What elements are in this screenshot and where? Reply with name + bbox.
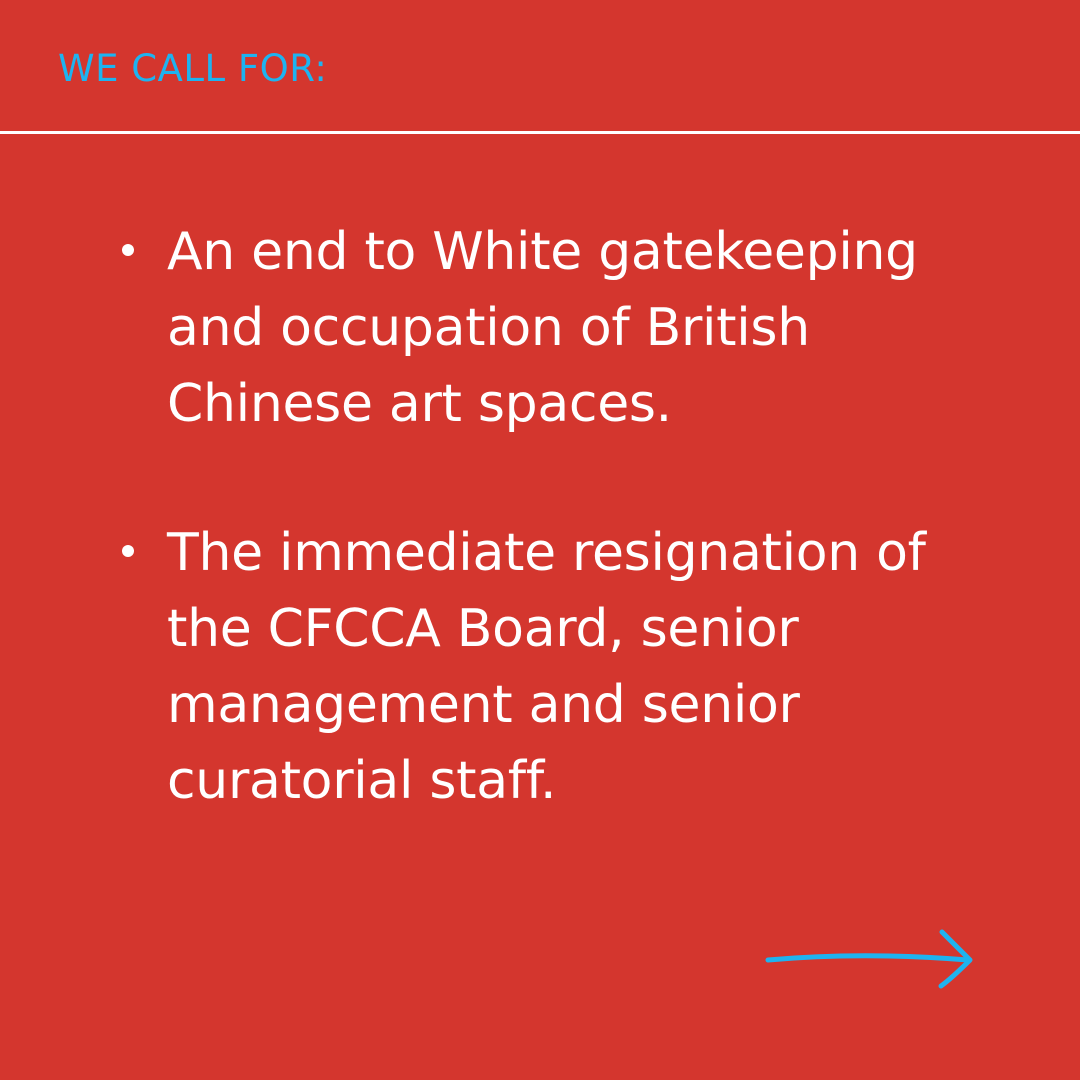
demand-text: The immediate resignation of the CFCCA B…: [167, 523, 926, 811]
list-item: The immediate resignation of the CFCCA B…: [116, 515, 1046, 819]
bullet-icon: [122, 545, 134, 557]
list-item: An end to White gatekeeping and occupati…: [116, 214, 1046, 442]
demands-list: An end to White gatekeeping and occupati…: [116, 214, 1046, 892]
bullet-icon: [122, 244, 134, 256]
divider: [0, 131, 1080, 134]
page-title: WE CALL FOR:: [58, 47, 328, 90]
demand-text: An end to White gatekeeping and occupati…: [167, 222, 918, 434]
arrow-right-icon[interactable]: [764, 924, 976, 994]
